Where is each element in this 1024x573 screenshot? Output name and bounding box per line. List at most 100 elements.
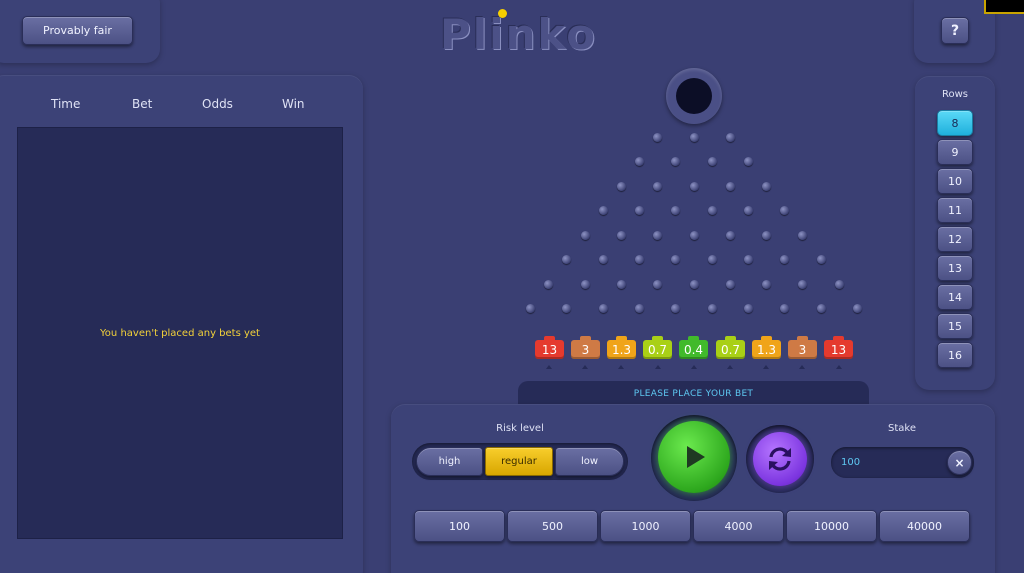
rows-option-11[interactable]: 11 bbox=[937, 197, 973, 223]
game-logo: Plinko bbox=[440, 10, 598, 59]
peg bbox=[743, 255, 753, 264]
corner-indicator bbox=[984, 0, 1024, 14]
peg bbox=[526, 304, 536, 313]
rows-option-15[interactable]: 15 bbox=[937, 313, 973, 339]
provably-fair-button[interactable]: Provably fair bbox=[22, 16, 133, 45]
quick-stake-button[interactable]: 4000 bbox=[693, 510, 784, 542]
rows-option-14[interactable]: 14 bbox=[937, 284, 973, 310]
peg bbox=[762, 230, 772, 240]
rows-option-10[interactable]: 10 bbox=[937, 168, 973, 194]
peg bbox=[616, 279, 626, 289]
peg bbox=[707, 157, 717, 166]
peg bbox=[725, 132, 735, 142]
rows-option-16[interactable]: 16 bbox=[937, 342, 973, 368]
peg bbox=[725, 279, 735, 289]
multiplier-slot: 3 bbox=[571, 336, 600, 359]
history-col-odds: Odds bbox=[202, 97, 233, 111]
rows-option-9[interactable]: 9 bbox=[937, 139, 973, 165]
risk-regular-button[interactable]: regular bbox=[485, 447, 553, 476]
peg bbox=[743, 157, 753, 166]
multiplier-slot: 0.7 bbox=[643, 336, 672, 359]
slot-marker bbox=[546, 365, 552, 369]
peg bbox=[616, 230, 626, 240]
peg bbox=[725, 230, 735, 240]
stake-clear-button[interactable]: × bbox=[947, 450, 972, 475]
peg bbox=[707, 304, 717, 313]
peg bbox=[653, 181, 663, 191]
stake-label: Stake bbox=[888, 423, 916, 434]
risk-high-button[interactable]: high bbox=[416, 447, 483, 476]
peg bbox=[780, 255, 790, 264]
slot-marker bbox=[835, 365, 842, 369]
risk-level-label: Risk level bbox=[496, 423, 544, 434]
quick-stake-button[interactable]: 40000 bbox=[879, 510, 970, 542]
peg bbox=[671, 206, 681, 215]
history-col-bet: Bet bbox=[132, 97, 153, 111]
slot-marker bbox=[763, 365, 770, 369]
peg bbox=[671, 255, 681, 264]
peg bbox=[653, 230, 663, 240]
slot-marker bbox=[727, 365, 733, 369]
peg bbox=[689, 181, 699, 191]
risk-low-button[interactable]: low bbox=[555, 447, 624, 476]
peg bbox=[816, 304, 826, 313]
slot-marker bbox=[690, 365, 697, 369]
logo-dot bbox=[498, 9, 507, 18]
peg bbox=[743, 206, 753, 215]
peg bbox=[580, 279, 590, 289]
peg bbox=[707, 255, 717, 264]
peg bbox=[671, 157, 681, 166]
peg bbox=[834, 279, 844, 289]
peg bbox=[689, 279, 699, 289]
peg bbox=[598, 304, 608, 313]
multiplier-slot: 3 bbox=[788, 336, 817, 359]
peg bbox=[598, 255, 608, 264]
peg bbox=[580, 230, 590, 240]
peg bbox=[635, 157, 645, 166]
peg bbox=[743, 304, 753, 313]
peg bbox=[653, 132, 663, 142]
quick-stake-button[interactable]: 10000 bbox=[786, 510, 877, 542]
peg bbox=[635, 206, 645, 215]
rows-option-8[interactable]: 8 bbox=[937, 110, 973, 136]
rows-label: Rows bbox=[941, 89, 968, 100]
peg bbox=[798, 279, 808, 289]
multiplier-slot: 13 bbox=[535, 336, 564, 359]
slot-marker bbox=[799, 365, 806, 369]
peg bbox=[780, 206, 790, 215]
quick-stake-button[interactable]: 1000 bbox=[600, 510, 691, 542]
peg bbox=[635, 304, 645, 313]
peg bbox=[598, 206, 608, 215]
peg bbox=[725, 181, 735, 191]
multiplier-slot: 1.3 bbox=[752, 336, 781, 359]
quick-stake-button[interactable]: 500 bbox=[507, 510, 598, 542]
slot-marker bbox=[654, 365, 661, 369]
multiplier-slot: 0.4 bbox=[679, 336, 708, 359]
peg bbox=[562, 304, 572, 313]
history-list: You haven't placed any bets yet bbox=[17, 127, 343, 539]
peg bbox=[544, 279, 554, 289]
history-col-win: Win bbox=[282, 97, 305, 111]
peg bbox=[689, 230, 699, 240]
peg bbox=[689, 132, 699, 142]
peg bbox=[798, 230, 808, 240]
peg bbox=[762, 181, 772, 191]
peg bbox=[616, 181, 626, 191]
rows-option-12[interactable]: 12 bbox=[937, 226, 973, 252]
multiplier-slot: 1.3 bbox=[607, 336, 636, 359]
peg bbox=[816, 255, 826, 264]
rows-option-13[interactable]: 13 bbox=[937, 255, 973, 281]
history-col-time: Time bbox=[51, 97, 81, 111]
slot-marker bbox=[582, 365, 589, 369]
peg bbox=[780, 304, 790, 313]
quick-stake-button[interactable]: 100 bbox=[414, 510, 505, 542]
peg bbox=[635, 255, 645, 264]
status-message: PLEASE PLACE YOUR BET bbox=[518, 381, 869, 405]
peg bbox=[653, 279, 663, 289]
empty-history-message: You haven't placed any bets yet bbox=[100, 328, 260, 339]
peg bbox=[707, 206, 717, 215]
help-button[interactable]: ? bbox=[941, 17, 969, 44]
peg bbox=[671, 304, 681, 313]
peg bbox=[762, 279, 772, 289]
peg bbox=[562, 255, 572, 264]
